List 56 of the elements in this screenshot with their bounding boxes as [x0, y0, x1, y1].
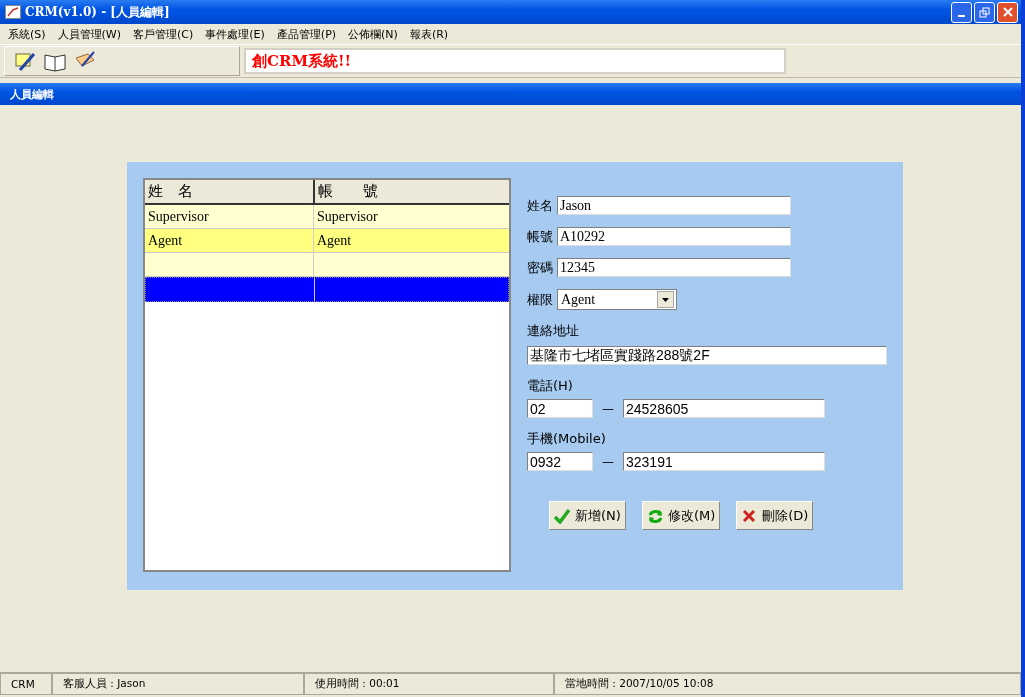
delete-button[interactable]: 刪除(D): [736, 501, 814, 530]
x-icon: [741, 507, 758, 524]
field-label: 密碼: [527, 258, 553, 277]
refresh-icon: [646, 507, 663, 524]
window-title: CRM(v1.0) - [人員編輯]: [25, 3, 170, 21]
menu-item[interactable]: 報表(R): [409, 26, 449, 42]
password-field[interactable]: 12345: [557, 258, 791, 277]
close-button[interactable]: [997, 1, 1018, 23]
separator-dash: —: [601, 454, 615, 469]
menu-item[interactable]: 事件處理(E): [205, 26, 265, 42]
address-field[interactable]: 基隆市七堵區實踐路288號2F: [527, 346, 887, 365]
separator-dash: —: [601, 401, 615, 416]
column-header[interactable]: 帳 號: [315, 180, 509, 203]
menu-item[interactable]: 產品管理(P): [276, 26, 337, 42]
menu-item[interactable]: 系統(S): [8, 26, 46, 42]
field-label: 姓名: [527, 196, 553, 215]
status-panel: CRM: [0, 673, 52, 695]
table-cell: Supervisor: [145, 205, 314, 228]
close-icon: [1001, 6, 1014, 18]
grid-row[interactable]: Supervisor Supervisor: [145, 205, 509, 229]
area-code-field[interactable]: 0932: [527, 452, 593, 471]
table-cell: Agent: [145, 229, 314, 252]
account-field[interactable]: A10292: [557, 227, 791, 246]
restore-button[interactable]: [974, 1, 995, 23]
menu-item[interactable]: 公佈欄(N): [348, 26, 398, 42]
menu-item[interactable]: 人員管理(W): [57, 26, 122, 42]
area-code-field[interactable]: 02: [527, 399, 593, 418]
status-panel: 當地時間 : 2007/10/05 10:08: [554, 673, 1021, 695]
dropdown-button[interactable]: [657, 291, 674, 308]
field-label: 帳號: [527, 227, 553, 246]
status-panel: 使用時間 : 00:01: [304, 673, 554, 695]
role-dropdown[interactable]: Agent: [557, 289, 677, 310]
field-label: 手機(Mobile): [527, 430, 607, 448]
field-label: 權限: [527, 290, 553, 309]
status-panel: 客服人員 : Jason: [52, 673, 304, 695]
column-header[interactable]: 姓 名: [145, 180, 315, 203]
add-button[interactable]: 新增(N): [549, 501, 626, 530]
table-cell-text: Agent: [316, 231, 353, 250]
field-label: 連絡地址: [527, 322, 580, 340]
name-field[interactable]: Jason: [557, 196, 791, 215]
grid-row[interactable]: Agent Agent: [145, 229, 509, 253]
caret-icon: [662, 297, 669, 302]
field-label: 電話(H): [527, 377, 574, 395]
marquee-text: 創CRM系統!!: [252, 51, 352, 71]
mobile-number-field[interactable]: 323191: [623, 452, 825, 471]
table-cell-text: Supervisor: [316, 207, 379, 226]
modify-button[interactable]: 修改(M): [641, 501, 721, 530]
app-logo-icon: [5, 5, 21, 19]
minimize-button[interactable]: [951, 1, 972, 23]
menu-item[interactable]: 客戶管理(C): [133, 26, 194, 42]
restore-icon: [979, 6, 990, 18]
minimize-icon: [958, 15, 965, 17]
pencil-icon: [14, 50, 36, 72]
child-window-title: 人員編輯: [0, 83, 1021, 105]
check-icon: [554, 507, 570, 524]
phone-number-field[interactable]: 24528605: [623, 399, 825, 418]
